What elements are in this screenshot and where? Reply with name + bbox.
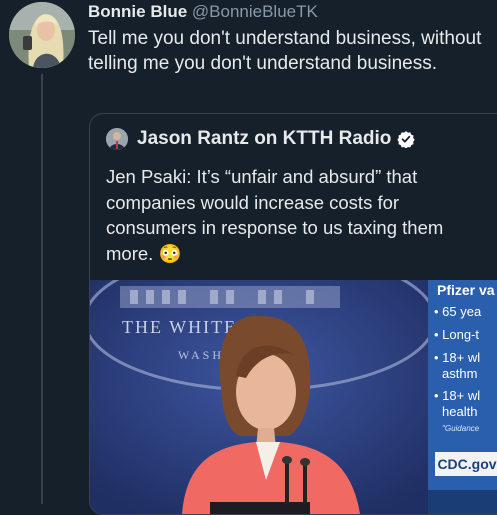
seal-text-white: THE WHITE (122, 317, 237, 337)
quote-tweet-card[interactable]: Jason Rantz on KTTH Radio Jen Psaki: It’… (89, 113, 497, 515)
infobox-item: • 18+ wl (434, 388, 481, 403)
cdc-infobox: Pfizer va • 65 yea • Long-t • 18+ wl ast… (428, 280, 497, 514)
infobox-item: • 65 yea (434, 304, 482, 319)
quote-text: Jen Psaki: It’s “unfair and absurd” that… (106, 164, 466, 266)
infobox-item-cont: asthm (442, 366, 478, 381)
infobox-title: Pfizer va (437, 282, 495, 298)
infobox-item-text: 18+ wl (442, 350, 481, 365)
quote-text-body: Jen Psaki: It’s “unfair and absurd” that… (106, 166, 444, 264)
press-briefing-photo: THE WHITE WASHINGT (90, 280, 428, 514)
tweet-header: Bonnie Blue @BonnieBlueTK (88, 2, 318, 22)
quote-avatar-image (106, 128, 128, 150)
infobox-item: • 18+ wl (434, 350, 481, 365)
thread-line (41, 74, 43, 504)
tweet-text: Tell me you don't understand business, w… (88, 28, 482, 74)
infobox-guidance: "Guidance (442, 424, 480, 433)
verified-badge-icon (397, 131, 416, 148)
quote-display-name[interactable]: Jason Rantz on KTTH Radio (137, 128, 391, 150)
display-name[interactable]: Bonnie Blue (88, 2, 187, 21)
infobox-item-cont: health (442, 404, 478, 419)
flushed-face-emoji: 😳 (158, 242, 182, 264)
avatar-image (9, 2, 75, 68)
handle[interactable]: @BonnieBlueTK (192, 2, 318, 21)
quote-avatar (106, 128, 128, 150)
infobox-footer (428, 490, 497, 514)
infobox-item-text: Long-t (442, 327, 480, 342)
infobox-item: • Long-t (434, 327, 480, 342)
quote-media-image[interactable]: THE WHITE WASHINGT Pfizer va • 65 yea • … (90, 280, 497, 514)
cdc-source-label: CDC.gov (435, 452, 497, 476)
infobox-item-text: 18+ wl (442, 388, 481, 403)
infobox-item-text: 65 yea (442, 304, 482, 319)
quote-header: Jason Rantz on KTTH Radio (106, 128, 416, 150)
avatar[interactable] (9, 2, 75, 68)
